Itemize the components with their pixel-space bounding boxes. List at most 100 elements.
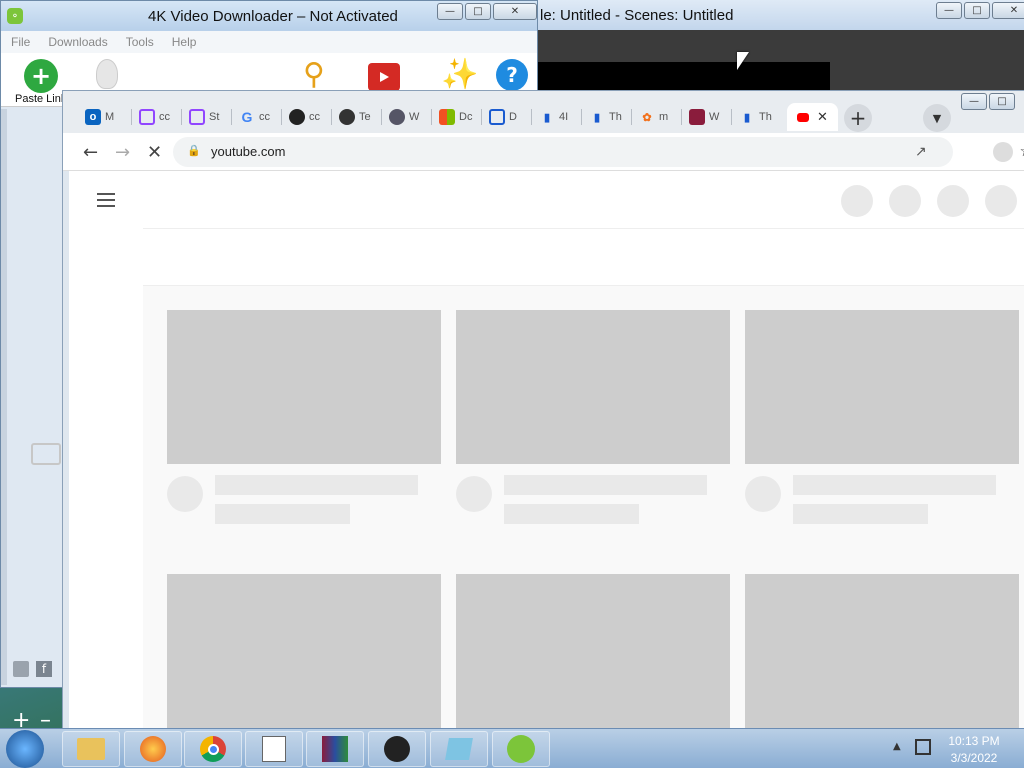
outlook-icon: o [85,109,101,125]
obs-close-button[interactable]: ✕ [992,2,1024,19]
window-title: 4K Video Downloader – Not Activated [148,7,398,25]
globe-icon [389,109,405,125]
profile-icon[interactable] [993,142,1013,162]
meta-placeholder [504,504,639,524]
files-icon[interactable] [430,731,488,767]
video-thumb-placeholder [456,310,730,464]
paste-link-label[interactable]: Paste Link [15,93,66,105]
mouse-cursor-icon [737,52,749,70]
github-icon [289,109,305,125]
tab-12[interactable]: ✿ m [639,103,668,131]
youtube-icon [797,112,809,122]
microsoft-icon [439,109,455,125]
bookmark-star-icon[interactable]: ☆ [1020,142,1024,160]
tab-strip: oM cc St Gcc cc Te W Dc D ▮ 4I ▮ Th ✿ m W ▮… [63,91,1024,133]
video-thumb-placeholder [456,574,730,728]
video-thumb-placeholder [167,574,441,728]
smart-mode-icon[interactable] [96,59,118,89]
start-button[interactable] [6,730,44,768]
obs-window: le: Untitled - Scenes: Untitled — □ ✕ [538,0,1024,100]
taskbar: ▲ 10:13 PM 3/3/2022 [0,728,1024,768]
chrome-window: oM cc St Gcc cc Te W Dc D ▮ 4I ▮ Th ✿ m W ▮… [62,90,1024,731]
hamburger-menu-icon[interactable] [97,193,115,195]
tab-9[interactable]: D [489,103,517,131]
subscriptions-icon[interactable] [368,63,400,91]
monitor-icon [489,109,505,125]
help-icon[interactable]: ? [496,59,528,91]
video-thumb-placeholder [745,574,1019,728]
tab-3[interactable]: St [189,103,219,131]
winrar-icon [689,109,705,125]
menu-downloads[interactable]: Downloads [48,35,107,49]
share-icon[interactable]: ↗ [915,143,927,160]
header-placeholder-4 [985,185,1017,217]
header-placeholder-2 [889,185,921,217]
url-text: youtube.com [211,144,286,159]
twitch-icon [189,109,205,125]
facebook-icon[interactable]: f [36,661,52,677]
minimize-button[interactable]: — [437,3,463,20]
paste-link-icon[interactable]: + [24,59,58,93]
tab-search-button[interactable]: ▼ [923,104,951,132]
tab-10[interactable]: ▮ 4I [539,103,568,131]
tab-7[interactable]: W [389,103,419,131]
stop-loading-icon[interactable]: ✕ [147,142,162,163]
channel-avatar-placeholder [745,476,781,512]
chrome-icon[interactable] [184,731,242,767]
title-placeholder [215,475,418,495]
tab-1[interactable]: oM [85,103,114,131]
tab-youtube-active[interactable]: ✕ [787,103,838,131]
app-icon: ⚬ [7,8,23,24]
forward-icon[interactable]: → [115,142,130,163]
back-icon[interactable]: ← [83,142,98,163]
omnibox[interactable]: 🔒 youtube.com ↗ ☆ [173,137,1024,167]
twitch-icon [139,109,155,125]
menu-tools[interactable]: Tools [126,35,154,49]
winrar-icon[interactable] [306,731,364,767]
bar-chart-icon: ▮ [543,111,551,124]
explorer-icon[interactable] [62,731,120,767]
chrome-minimize-button[interactable]: — [961,93,987,110]
network-icon[interactable] [915,739,931,755]
bar-chart-icon: ▮ [593,111,601,124]
youtube-page [69,171,1024,731]
youtube-icon[interactable] [13,661,29,677]
menu-help[interactable]: Help [172,35,197,49]
activate-key-icon[interactable]: ⚲ [303,57,325,92]
device-icon [31,443,61,465]
4k-downloader-icon[interactable] [492,731,550,767]
obs-icon [339,109,355,125]
left-guide [69,231,143,731]
close-button[interactable]: ✕ [493,3,537,20]
flower-icon: ✿ [642,111,652,124]
video-thumb-placeholder [745,310,1019,464]
channel-avatar-placeholder [167,476,203,512]
title-placeholder [793,475,996,495]
tab-5[interactable]: cc [289,103,320,131]
notepad-list-icon[interactable] [245,731,303,767]
tab-6[interactable]: Te [339,103,371,131]
meta-placeholder [793,504,928,524]
clock-time[interactable]: 10:13 PM [946,734,1002,748]
clock-date[interactable]: 3/3/2022 [946,751,1002,765]
firefox-icon[interactable] [124,731,182,767]
maximize-button[interactable]: □ [465,3,491,20]
tab-14[interactable]: ▮ Th [739,103,772,131]
video-thumb-placeholder [167,310,441,464]
close-tab-icon[interactable]: ✕ [817,109,828,125]
obs-icon[interactable] [368,731,426,767]
chrome-maximize-button[interactable]: □ [989,93,1015,110]
header-placeholder-1 [841,185,873,217]
tab-11[interactable]: ▮ Th [589,103,622,131]
tab-13[interactable]: W [689,103,719,131]
new-tab-button[interactable]: + [844,104,872,132]
show-hidden-icons-icon[interactable]: ▲ [893,741,901,752]
bar-chart-icon: ▮ [743,111,751,124]
menu-file[interactable]: File [11,35,30,49]
tab-4[interactable]: Gcc [239,103,270,131]
tab-2[interactable]: cc [139,103,170,131]
preferences-icon[interactable]: ✨ [441,57,478,92]
obs-minimize-button[interactable]: — [936,2,962,19]
obs-maximize-button[interactable]: □ [964,2,990,19]
tab-8[interactable]: Dc [439,103,472,131]
